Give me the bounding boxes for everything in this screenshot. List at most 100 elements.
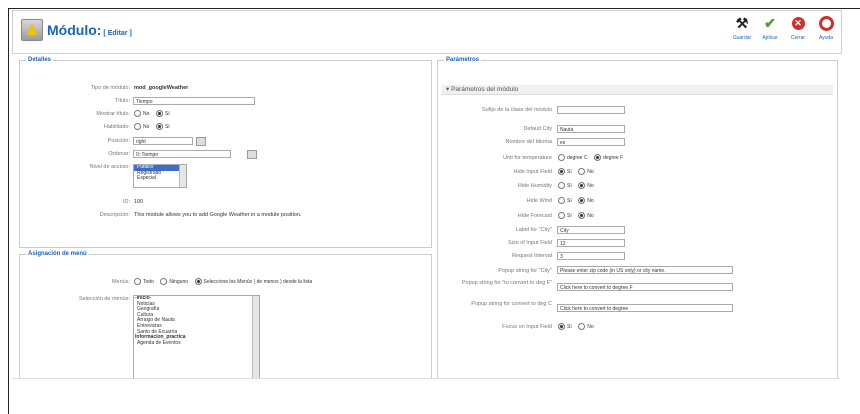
param-radio[interactable] xyxy=(578,323,586,330)
param-label: Label for "City" xyxy=(515,227,552,233)
param-label: Request Interval xyxy=(511,253,552,259)
show-title-no-radio[interactable] xyxy=(134,110,141,117)
menus-none-label: Ninguno xyxy=(169,278,189,285)
menus-none-radio[interactable] xyxy=(160,278,168,285)
param-label: Hide Forecast xyxy=(517,213,552,219)
list-item[interactable]: Agenda de Eventos xyxy=(134,340,259,347)
param-label: Hide Wind xyxy=(526,198,552,204)
param-option: No xyxy=(587,323,594,330)
title-input[interactable]: Tiempo xyxy=(133,97,255,105)
menus-all-radio[interactable] xyxy=(134,278,141,285)
module-params-toggle[interactable]: ▾ Parámetros del módulo xyxy=(442,85,833,95)
close-label: Cerrar xyxy=(790,35,806,41)
param-input[interactable] xyxy=(557,106,625,114)
page-header: Módulo:[ Editar ] ⚒ Guardar ✔ Aplicar ✕ … xyxy=(12,10,842,54)
enabled-no-radio[interactable] xyxy=(134,123,141,130)
param-input[interactable]: City xyxy=(557,226,625,234)
menu-selection-listbox[interactable]: -Inicio- Noticias Geografía Cultura Arra… xyxy=(133,295,260,381)
param-label: Hide Humidity xyxy=(517,183,552,189)
param-radio[interactable] xyxy=(578,197,586,204)
menus-select-radio[interactable] xyxy=(194,278,202,285)
params-fieldset: Parámetros ▾ Parámetros del módulo Sufij… xyxy=(437,57,838,392)
menus-select-label: Seleccione los Menús ( de menos ) desde … xyxy=(203,278,313,285)
param-radio[interactable] xyxy=(558,182,565,189)
param-input[interactable]: Please enter zip code (in US only) or ci… xyxy=(557,266,733,274)
param-radios: Sí No xyxy=(558,323,599,330)
param-radio[interactable] xyxy=(578,182,586,189)
enabled-yes-radio[interactable] xyxy=(155,123,163,130)
param-label: Sufijo de la clase del módulo xyxy=(481,107,552,113)
enabled-label: Habilitado: xyxy=(104,124,130,130)
save-label: Guardar xyxy=(732,35,752,41)
param-option: Sí xyxy=(567,212,572,219)
param-label: Popup string for convert to deg C xyxy=(471,301,552,307)
menu-selection-label: Selección de menús: xyxy=(78,296,130,302)
apply-icon: ✔ xyxy=(764,14,776,31)
param-input[interactable]: 3 xyxy=(557,252,625,260)
param-radios: degree C degree F xyxy=(558,154,628,161)
id-label: ID: xyxy=(122,199,130,205)
enabled-no-label: No xyxy=(143,123,150,130)
title-text: Módulo: xyxy=(47,22,102,38)
apply-button[interactable]: ✔ Aplicar xyxy=(759,14,781,42)
param-option: degree C xyxy=(567,154,588,161)
save-button[interactable]: ⚒ Guardar xyxy=(731,14,753,42)
param-label: Nombre del Idioma xyxy=(505,139,552,145)
module-icon xyxy=(21,19,43,41)
param-input[interactable]: Click here to convert to degree F xyxy=(557,283,733,291)
param-option: degree F xyxy=(603,154,624,161)
param-radio[interactable] xyxy=(558,212,565,219)
param-radio[interactable] xyxy=(578,168,586,175)
param-label: Default City xyxy=(523,126,552,132)
show-title-label: Mostrar título: xyxy=(96,111,130,117)
id-value: 100 xyxy=(134,199,144,205)
param-radio[interactable] xyxy=(558,154,565,161)
menus-all-label: Todo xyxy=(143,278,154,285)
param-radio[interactable] xyxy=(578,212,586,219)
details-legend: Detalles xyxy=(26,57,54,63)
title-label: Título: xyxy=(114,98,130,104)
help-button[interactable]: Ayuda xyxy=(815,15,837,41)
close-icon: ✕ xyxy=(790,15,806,31)
param-label: Hide Input Field xyxy=(513,169,552,175)
module-params-title: Parámetros del módulo xyxy=(451,86,519,93)
enabled-yes-label: Sí xyxy=(164,123,170,130)
close-button[interactable]: ✕ Cerrar xyxy=(787,15,809,41)
param-option: No xyxy=(587,182,594,189)
param-option: No xyxy=(587,197,594,204)
description-label: Descripción: xyxy=(99,212,130,218)
param-radios: Sí No xyxy=(558,168,599,175)
blank-area xyxy=(9,379,860,413)
show-title-yes-label: Sí xyxy=(164,110,170,117)
params-legend: Parámetros xyxy=(444,57,482,63)
param-input[interactable]: 12 xyxy=(557,239,625,247)
access-scrollbar[interactable] xyxy=(179,165,186,187)
menus-label: Menús: xyxy=(111,279,130,285)
param-label: Popup string for "to convert to deg F" xyxy=(461,280,552,286)
param-radios: Sí No xyxy=(558,197,599,204)
param-input[interactable]: es xyxy=(557,138,625,146)
order-select[interactable]: 0::Tiempo xyxy=(133,150,231,158)
menu-list-scrollbar[interactable] xyxy=(252,296,259,380)
assignment-legend: Asignación de menú xyxy=(26,251,89,257)
position-label: Posición: xyxy=(107,138,130,144)
order-dropdown-button[interactable] xyxy=(247,150,257,159)
param-radio[interactable] xyxy=(558,168,565,175)
param-option: Sí xyxy=(567,197,572,204)
param-input[interactable]: Nauta xyxy=(557,125,625,133)
details-fieldset: Detalles Tipo de módulo: mod_googleWeath… xyxy=(19,57,432,248)
position-dropdown-button[interactable] xyxy=(196,137,206,146)
param-option: No xyxy=(587,212,594,219)
param-option: Sí xyxy=(567,182,572,189)
module-type-label: Tipo de módulo: xyxy=(90,85,130,91)
param-radio[interactable] xyxy=(594,154,602,161)
menu-assignment-fieldset: Asignación de menú Menús: Todo Ninguno S… xyxy=(19,251,432,384)
show-title-yes-radio[interactable] xyxy=(155,110,163,117)
param-radio[interactable] xyxy=(558,323,565,330)
position-input[interactable]: right xyxy=(133,137,193,145)
save-icon: ⚒ xyxy=(735,14,749,31)
access-listbox[interactable]: Público Registrado Especial xyxy=(133,164,187,188)
param-radio[interactable] xyxy=(558,197,565,204)
param-input[interactable]: Click here to convert to degree xyxy=(557,304,733,312)
show-title-no-label: No xyxy=(143,110,150,117)
